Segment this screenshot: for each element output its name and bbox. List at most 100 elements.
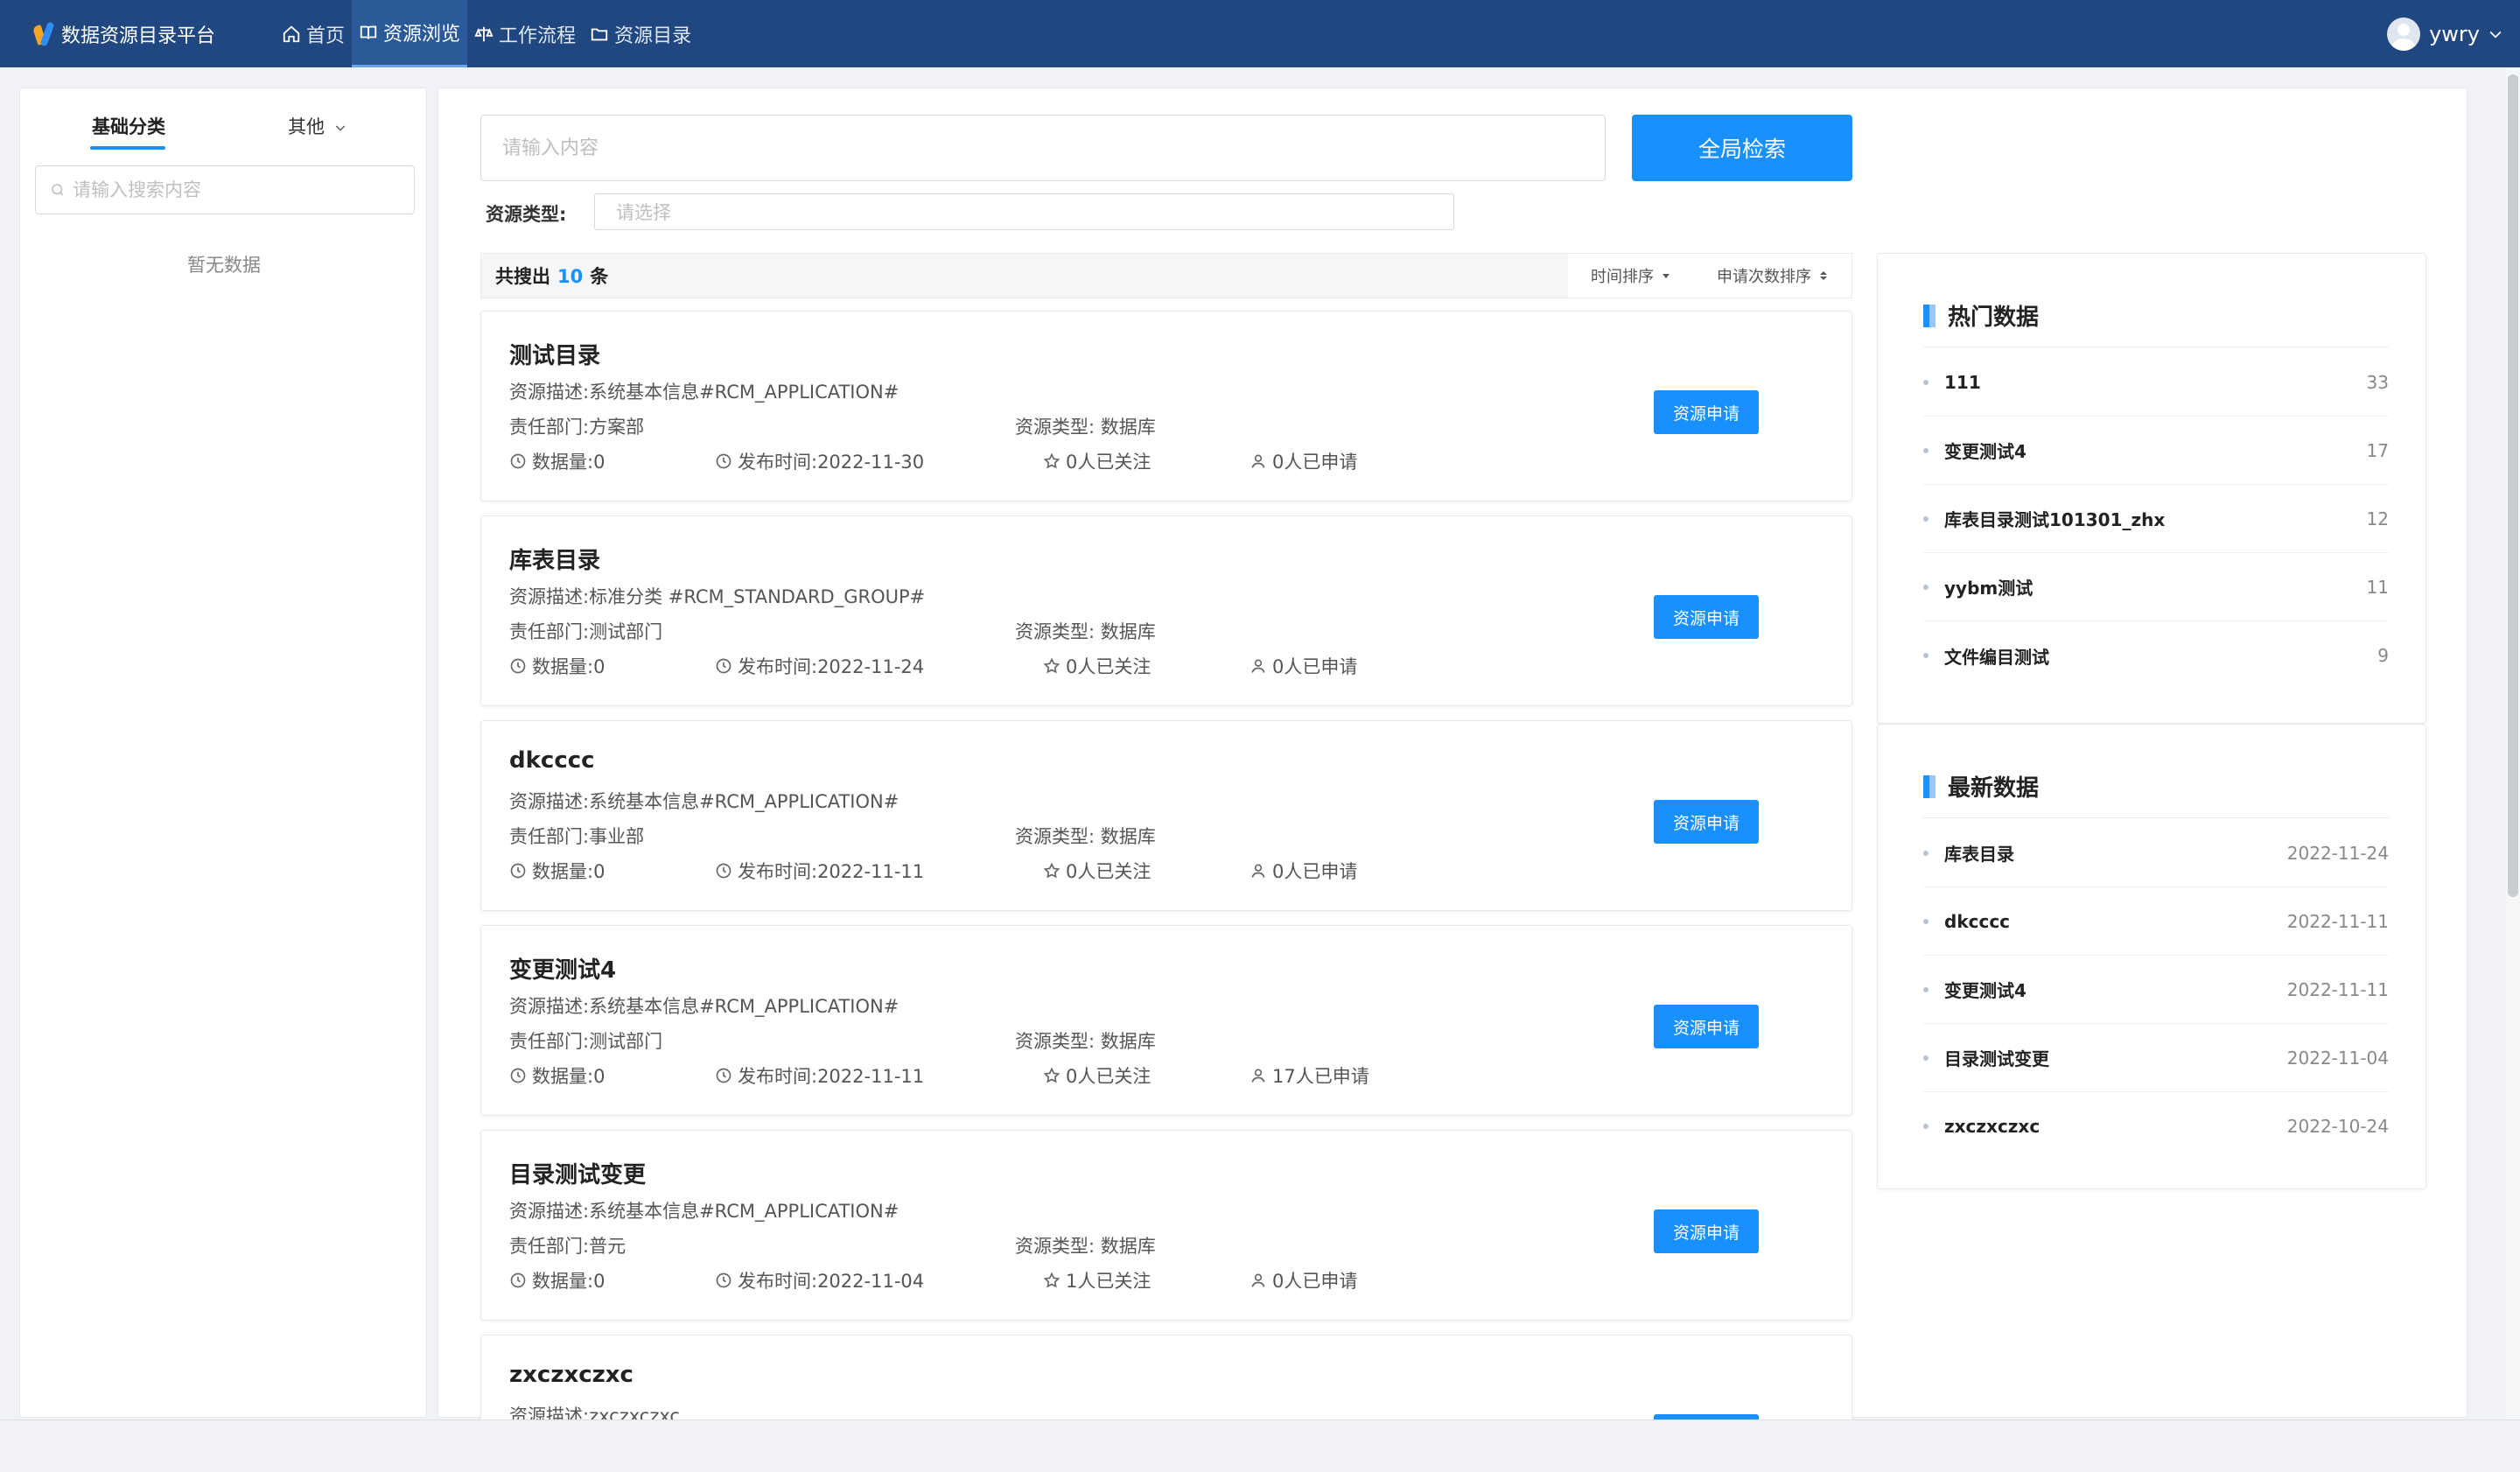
latest-data-item[interactable]: dkcccc 2022-11-11	[1923, 887, 2389, 956]
resource-title[interactable]: 目录测试变更	[509, 1157, 646, 1189]
caret-down-icon	[1662, 274, 1670, 278]
follow-count: 0人已关注	[1043, 858, 1151, 884]
user-icon	[1251, 454, 1265, 468]
category-search	[35, 165, 415, 214]
bullet-dot	[1923, 1055, 1928, 1061]
sort-controls: 时间排序 申请次数排序	[1568, 254, 1852, 298]
resource-type-placeholder: 请选择	[616, 202, 671, 223]
resource-description: 资源描述:系统基本信息#RCM_APPLICATION#	[509, 996, 900, 1017]
item-value: 11	[2366, 576, 2389, 598]
user-icon	[1251, 864, 1265, 878]
clock-icon	[716, 863, 732, 879]
user-name: ywry	[2429, 21, 2480, 46]
hot-data-item[interactable]: 111 33	[1923, 348, 2389, 417]
star-icon	[1043, 452, 1060, 469]
clock-icon	[510, 1272, 526, 1288]
scrollbar-thumb[interactable]	[2508, 74, 2518, 897]
star-icon	[1043, 862, 1060, 879]
clock-icon	[716, 658, 732, 674]
sort-label: 申请次数排序	[1717, 268, 1811, 286]
resource-card[interactable]: dkcccc 资源描述:系统基本信息#RCM_APPLICATION# 责任部门:事…	[480, 720, 1852, 911]
main-nav: 首页 资源浏览 工作流程 资源目录	[275, 0, 698, 67]
clock-icon	[510, 1068, 526, 1083]
nav-item-label: 资源目录	[614, 25, 692, 47]
clock-icon	[510, 658, 526, 674]
resource-card[interactable]: 测试目录 资源描述:系统基本信息#RCM_APPLICATION# 责任部门:方案部…	[480, 311, 1852, 501]
item-name[interactable]: dkcccc	[1944, 911, 2287, 932]
item-name[interactable]: yybm测试	[1944, 574, 2367, 599]
resource-apply-button[interactable]: 资源申请	[1654, 595, 1759, 639]
resource-card[interactable]: 库表目录 资源描述:标准分类 #RCM_STANDARD_GROUP# 责任部门:测…	[480, 515, 1852, 706]
resource-title[interactable]: zxczxczxc	[509, 1362, 634, 1388]
item-name[interactable]: 目录测试变更	[1944, 1045, 2287, 1070]
resource-type-select[interactable]: 请选择	[594, 193, 1454, 230]
resource-card[interactable]: 变更测试4 资源描述:系统基本信息#RCM_APPLICATION# 责任部门:测试…	[480, 925, 1852, 1116]
item-name[interactable]: 文件编目测试	[1944, 643, 2377, 669]
resource-title[interactable]: dkcccc	[509, 747, 595, 774]
item-name[interactable]: 变更测试4	[1944, 438, 2367, 463]
nav-item-workflow[interactable]: 工作流程	[467, 0, 583, 67]
clock-icon	[510, 863, 526, 879]
resource-title[interactable]: 变更测试4	[509, 952, 616, 985]
app-logo[interactable]: 数据资源目录平台	[32, 0, 215, 67]
publish-date-text: 发布时间:2022-11-11	[738, 1066, 925, 1087]
data-count-text: 数据量:0	[532, 1066, 606, 1087]
sort-by-apply-count-button[interactable]: 申请次数排序	[1694, 264, 1852, 287]
global-search-button[interactable]: 全局检索	[1632, 115, 1852, 181]
resource-type: 资源类型: 数据库	[1015, 1031, 1156, 1052]
resource-apply-button[interactable]: 资源申请	[1654, 1005, 1759, 1048]
bullet-dot	[1923, 515, 1928, 522]
latest-data-item[interactable]: 目录测试变更 2022-11-04	[1923, 1024, 2389, 1092]
resource-card[interactable]: 目录测试变更 资源描述:系统基本信息#RCM_APPLICATION# 责任部门:普…	[480, 1130, 1852, 1321]
item-name[interactable]: 库表目录	[1944, 840, 2287, 866]
clock-icon	[716, 1068, 732, 1083]
nav-item-resource-catalog[interactable]: 资源目录	[583, 0, 698, 67]
latest-data-item[interactable]: 库表目录 2022-11-24	[1923, 819, 2389, 887]
apply-count: 0人已申请	[1250, 1267, 1357, 1293]
tab-other[interactable]: 其他	[288, 113, 347, 139]
resource-apply-button[interactable]: 资源申请	[1654, 1209, 1759, 1253]
hot-data-item[interactable]: 库表目录测试101301_zhx 12	[1923, 485, 2389, 553]
publish-date: 发布时间:2022-11-30	[715, 448, 924, 474]
clock-icon	[510, 453, 526, 469]
title-bar-icon	[1923, 775, 1936, 798]
follow-count: 0人已关注	[1043, 1062, 1151, 1089]
bullet-dot	[1923, 653, 1928, 658]
apply-count: 17人已申请	[1250, 1062, 1369, 1089]
latest-data-item[interactable]: zxczxczxc 2022-10-24	[1923, 1092, 2389, 1160]
resource-title[interactable]: 测试目录	[509, 338, 600, 370]
item-name[interactable]: 库表目录测试101301_zhx	[1944, 506, 2367, 531]
resource-apply-button[interactable]: 资源申请	[1654, 390, 1759, 434]
global-search-input[interactable]	[480, 115, 1606, 181]
user-menu[interactable]: ywry	[2387, 0, 2504, 67]
sort-by-time-button[interactable]: 时间排序	[1568, 264, 1694, 287]
item-name[interactable]: 变更测试4	[1944, 977, 2287, 1002]
publish-date-text: 发布时间:2022-11-24	[738, 656, 925, 677]
follow-count-text: 0人已关注	[1066, 656, 1152, 677]
hot-data-item[interactable]: 文件编目测试 9	[1923, 621, 2389, 690]
resource-apply-button[interactable]: 资源申请	[1654, 800, 1759, 844]
tab-basic-category[interactable]: 基础分类	[92, 113, 165, 139]
item-value: 2022-11-11	[2286, 978, 2389, 1000]
nav-item-home[interactable]: 首页	[275, 0, 352, 67]
item-name[interactable]: 111	[1944, 372, 2367, 393]
category-search-input[interactable]	[73, 179, 405, 200]
resource-title[interactable]: 库表目录	[509, 543, 600, 575]
item-name[interactable]: zxczxczxc	[1944, 1116, 2287, 1137]
clock-icon	[716, 1272, 732, 1288]
nav-item-resource-browse[interactable]: 资源浏览	[352, 0, 468, 67]
logo-mark-icon	[32, 20, 56, 48]
data-count-text: 数据量:0	[532, 1271, 606, 1292]
apply-count-text: 0人已申请	[1272, 861, 1358, 882]
hot-data-item[interactable]: yybm测试 11	[1923, 553, 2389, 621]
clock-icon	[716, 453, 732, 469]
divider	[1923, 817, 2389, 818]
latest-data-item[interactable]: 变更测试4 2022-11-11	[1923, 956, 2389, 1024]
follow-count-text: 0人已关注	[1066, 452, 1152, 473]
page-scrollbar[interactable]	[2506, 67, 2520, 1419]
result-prefix: 共搜出	[495, 266, 550, 287]
bullet-dot	[1923, 447, 1928, 453]
responsible-department: 责任部门:测试部门	[509, 621, 663, 642]
hot-data-item[interactable]: 变更测试4 17	[1923, 417, 2389, 485]
data-count: 数据量:0	[509, 1062, 605, 1089]
